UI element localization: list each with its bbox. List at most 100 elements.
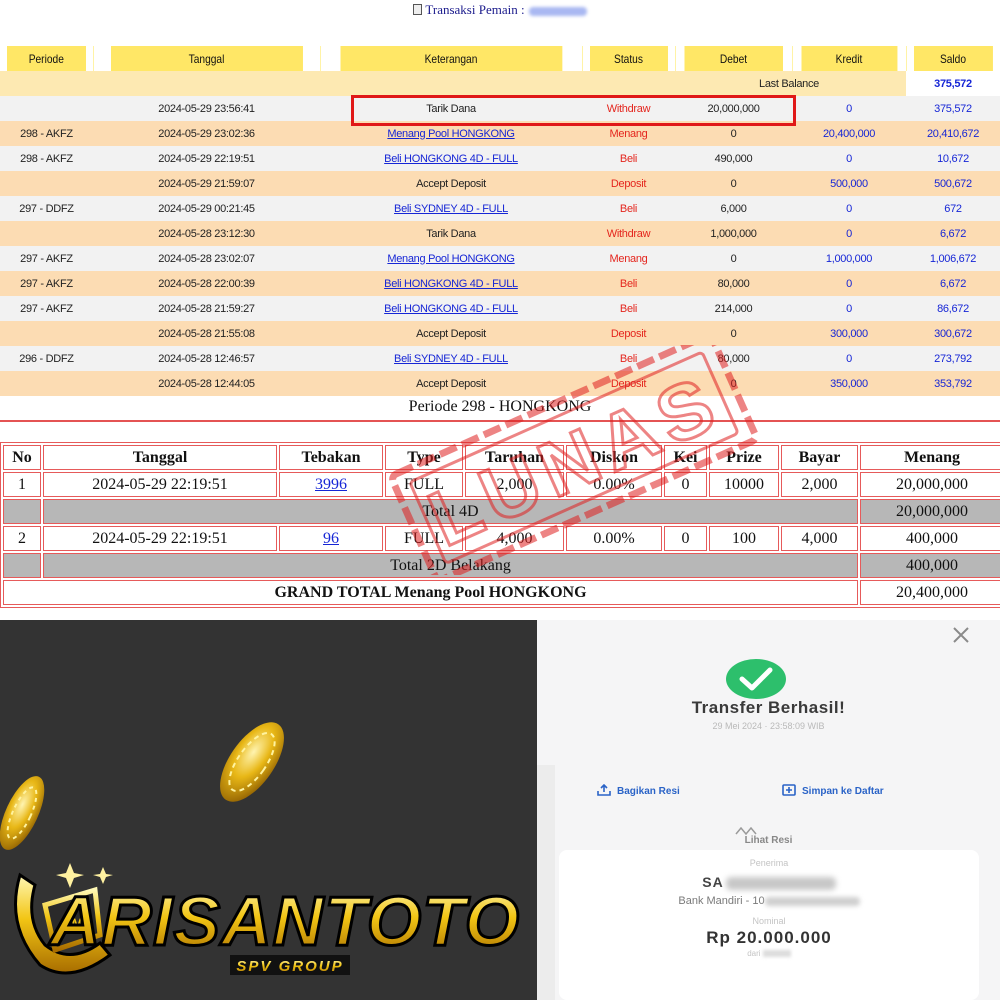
description-cell: Accept Deposit <box>320 371 582 396</box>
total-4d-label: Total 4D <box>43 499 858 524</box>
save-to-list-button[interactable]: Simpan ke Daftar <box>782 784 884 797</box>
column-header: Type <box>385 445 463 470</box>
date-cell: 2024-05-28 22:00:39 <box>93 271 320 296</box>
share-icon <box>597 784 611 796</box>
last-balance-row: Last Balance 375,572 <box>0 71 1000 96</box>
bet-row: 1 2024-05-29 22:19:51 3996 FULL 2,000 0.00% 0 1… <box>3 472 1000 497</box>
periode-cell <box>0 371 93 396</box>
status-cell: Menang <box>582 246 675 271</box>
debit-cell: 0 <box>675 321 792 346</box>
credit-cell: 0 <box>792 221 906 246</box>
column-header: Tebakan <box>279 445 383 470</box>
guess-number-link[interactable]: 96 <box>323 530 339 547</box>
balance-cell: 1,006,672 <box>906 246 1000 271</box>
success-check-icon <box>726 659 786 699</box>
balance-cell: 6,672 <box>906 271 1000 296</box>
diskon-cell: 0.00% <box>566 472 662 497</box>
brand-promo-panel: GM ARISANTOTO SPV GROUP <box>0 620 537 1000</box>
description-cell: Beli HONGKONG 4D - FULL <box>320 271 582 296</box>
guess-number-link[interactable]: 3996 <box>315 476 347 493</box>
date-cell: 2024-05-29 00:21:45 <box>93 196 320 221</box>
transaction-row: 2024-05-28 23:12:30 Tarik Dana Withdraw 1,0… <box>0 221 1000 246</box>
transaction-row: 297 - DDFZ 2024-05-29 00:21:45 Beli SYDNEY… <box>0 196 1000 221</box>
bet-detail-table: No Tanggal Tebakan Type Taruhan Diskon Kei Priz… <box>0 442 1000 608</box>
date-cell: 2024-05-29 22:19:51 <box>93 146 320 171</box>
transaction-table-header: Periode Tanggal Keterangan Status Debet Kredi… <box>0 46 1000 71</box>
date-cell: 2024-05-28 12:46:57 <box>93 346 320 371</box>
account-number-blurred <box>764 896 860 906</box>
balance-cell: 20,410,672 <box>906 121 1000 146</box>
receipt-side-strip <box>537 765 555 1000</box>
credit-cell: 0 <box>792 96 906 121</box>
close-icon[interactable] <box>950 624 972 646</box>
debit-cell: 6,000 <box>675 196 792 221</box>
periode-cell <box>0 171 93 196</box>
no-cell: 2 <box>3 526 41 551</box>
status-cell: Deposit <box>582 371 675 396</box>
date-cell: 2024-05-28 23:02:07 <box>93 246 320 271</box>
status-cell: Beli <box>582 146 675 171</box>
debit-cell: 0 <box>675 371 792 396</box>
total-2d-label: Total 2D Belakang <box>43 553 858 578</box>
credit-cell: 0 <box>792 271 906 296</box>
brand-name: ARISANTOTO <box>48 882 520 960</box>
balance-cell: 500,672 <box>906 171 1000 196</box>
column-header: Diskon <box>566 445 662 470</box>
share-receipt-button[interactable]: Bagikan Resi <box>597 784 680 797</box>
transfer-title: Transfer Berhasil! <box>691 698 846 717</box>
total-4d-value: 20,000,000 <box>860 499 1000 524</box>
balance-cell: 6,672 <box>906 221 1000 246</box>
share-receipt-label: Bagikan Resi <box>617 786 680 797</box>
transaction-row: 297 - AKFZ 2024-05-28 21:59:27 Beli HONGKO… <box>0 296 1000 321</box>
save-to-list-label: Simpan ke Daftar <box>802 786 884 797</box>
highlight-frame <box>351 95 796 126</box>
receipt-icon <box>735 827 757 835</box>
column-header: Periode <box>6 46 87 71</box>
description-link[interactable]: Menang Pool HONGKONG <box>387 128 515 140</box>
description-link[interactable]: Beli HONGKONG 4D - FULL <box>384 278 518 290</box>
transaction-row: 2024-05-28 21:55:08 Accept Deposit Deposit… <box>0 321 1000 346</box>
balance-cell: 300,672 <box>906 321 1000 346</box>
status-cell: Beli <box>582 346 675 371</box>
total-2d-value: 400,000 <box>860 553 1000 578</box>
receipt-card: Penerima SA Bank Mandiri - 10 Nominal Rp… <box>559 850 979 1000</box>
last-balance-label: Last Balance <box>0 71 906 96</box>
description-link[interactable]: Beli SYDNEY 4D - FULL <box>394 203 508 215</box>
debit-cell: 0 <box>675 246 792 271</box>
date-cell: 2024-05-29 23:56:41 <box>93 96 320 121</box>
sender-line: dari <box>559 949 979 958</box>
bet-row: 2 2024-05-29 22:19:51 96 FULL 4,000 0.00% 0 100… <box>3 526 1000 551</box>
status-cell: Beli <box>582 271 675 296</box>
status-cell: Withdraw <box>582 221 675 246</box>
column-header: Kei <box>664 445 707 470</box>
column-header: Prize <box>709 445 779 470</box>
brand-tagline: SPV GROUP <box>236 958 343 975</box>
column-header: Keterangan <box>339 46 563 71</box>
column-header: Saldo <box>913 46 994 71</box>
player-name-blurred <box>528 6 587 16</box>
view-receipt-link[interactable]: Lihat Resi <box>537 835 1000 846</box>
transfer-amount: Rp 20.000.000 <box>706 928 832 947</box>
date-cell: 2024-05-29 23:02:36 <box>93 121 320 146</box>
taruhan-cell: 2,000 <box>465 472 564 497</box>
description-link[interactable]: Beli HONGKONG 4D - FULL <box>384 153 518 165</box>
description-link[interactable]: Beli SYDNEY 4D - FULL <box>394 353 508 365</box>
description-cell: Accept Deposit <box>320 321 582 346</box>
description-cell: Beli SYDNEY 4D - FULL <box>320 346 582 371</box>
credit-cell: 20,400,000 <box>792 121 906 146</box>
balance-cell: 10,672 <box>906 146 1000 171</box>
column-header: Bayar <box>781 445 858 470</box>
no-cell: 1 <box>3 472 41 497</box>
kei-cell: 0 <box>664 526 707 551</box>
description-link[interactable]: Beli HONGKONG 4D - FULL <box>384 303 518 315</box>
description-cell: Menang Pool HONGKONG <box>320 246 582 271</box>
tebakan-cell: 3996 <box>279 472 383 497</box>
recipient-name-visible: SA <box>702 874 724 890</box>
description-cell: Tarik Dana <box>320 221 582 246</box>
bank-account: Bank Mandiri - 10 <box>559 895 979 907</box>
description-link[interactable]: Menang Pool HONGKONG <box>387 253 515 265</box>
periode-cell <box>0 221 93 246</box>
recipient-name: SA <box>559 874 979 890</box>
status-cell: Deposit <box>582 171 675 196</box>
prize-cell: 10000 <box>709 472 779 497</box>
